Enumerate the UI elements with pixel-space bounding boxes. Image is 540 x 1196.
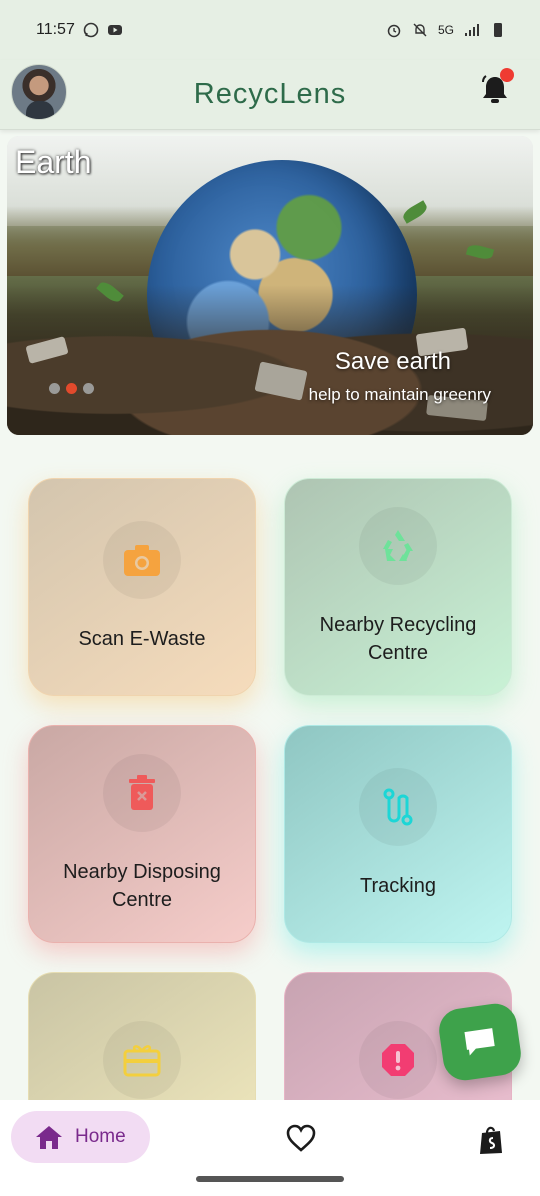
notifications-button[interactable]	[480, 68, 514, 106]
status-bar: 11:57 5G	[0, 0, 540, 60]
hero-banner[interactable]: Earth Save earth help to maintain greenr…	[7, 136, 533, 435]
nav-home[interactable]: Home	[11, 1111, 150, 1163]
tile-label: Nearby Disposing Centre	[63, 861, 221, 911]
network-type: 5G	[437, 23, 454, 37]
banner-title: Save earth	[334, 348, 451, 375]
notification-badge	[500, 68, 514, 82]
tile-nearby-disposing-centre[interactable]: Nearby Disposing Centre	[28, 725, 256, 943]
tile-label: Scan E-Waste	[78, 628, 206, 650]
chat-fab[interactable]	[436, 1000, 524, 1084]
nav-home-label: Home	[75, 1126, 126, 1147]
alert-icon	[382, 1044, 414, 1076]
tile-label: Tracking	[360, 875, 436, 897]
tile-icon-wrap	[103, 521, 181, 599]
alarm-icon	[387, 24, 401, 38]
nav-favorites[interactable]	[286, 1124, 316, 1154]
status-time: 11:57	[36, 21, 75, 38]
app-bar: RecycLens	[0, 60, 540, 130]
bottom-navigation: Home	[0, 1100, 540, 1196]
whatsapp-icon	[83, 22, 99, 38]
banner-tag: Earth	[15, 144, 92, 180]
tile-icon-wrap	[359, 1021, 437, 1099]
tile-scan-e-waste[interactable]: Scan E-Waste	[28, 478, 256, 696]
gesture-bar	[196, 1176, 344, 1182]
status-right: 5G	[386, 22, 506, 38]
youtube-icon	[107, 25, 122, 35]
carousel-dot-active[interactable]	[66, 383, 77, 394]
tile-nearby-recycling-centre[interactable]: Nearby Recycling Centre	[284, 478, 512, 696]
recycle-icon	[383, 530, 413, 561]
tile-icon-wrap	[103, 754, 181, 832]
trash-icon	[129, 775, 155, 810]
battery-icon	[494, 23, 502, 37]
heart-icon	[286, 1124, 316, 1152]
tile-tracking[interactable]: Tracking	[284, 725, 512, 943]
tile-icon-wrap	[103, 1021, 181, 1099]
banner-subtitle: help to maintain greenry	[308, 385, 491, 404]
carousel-dot[interactable]	[49, 383, 60, 394]
gift-card-icon	[123, 1045, 161, 1077]
carousel-dots	[49, 383, 94, 394]
shopping-bag-icon	[480, 1126, 502, 1154]
status-left: 11:57	[36, 21, 123, 39]
chat-icon	[464, 1028, 495, 1056]
tile-label: Nearby Recycling Centre	[319, 614, 477, 664]
avatar[interactable]	[11, 64, 67, 120]
tile-icon-wrap	[359, 507, 437, 585]
route-icon	[383, 788, 413, 826]
carousel-dot[interactable]	[83, 383, 94, 394]
home-icon	[36, 1126, 62, 1149]
tile-icon-wrap	[359, 768, 437, 846]
app-title: RecycLens	[193, 78, 347, 110]
nav-shop[interactable]	[478, 1125, 504, 1155]
signal-icon	[465, 24, 479, 36]
mute-icon	[413, 23, 427, 37]
camera-icon	[124, 545, 160, 576]
